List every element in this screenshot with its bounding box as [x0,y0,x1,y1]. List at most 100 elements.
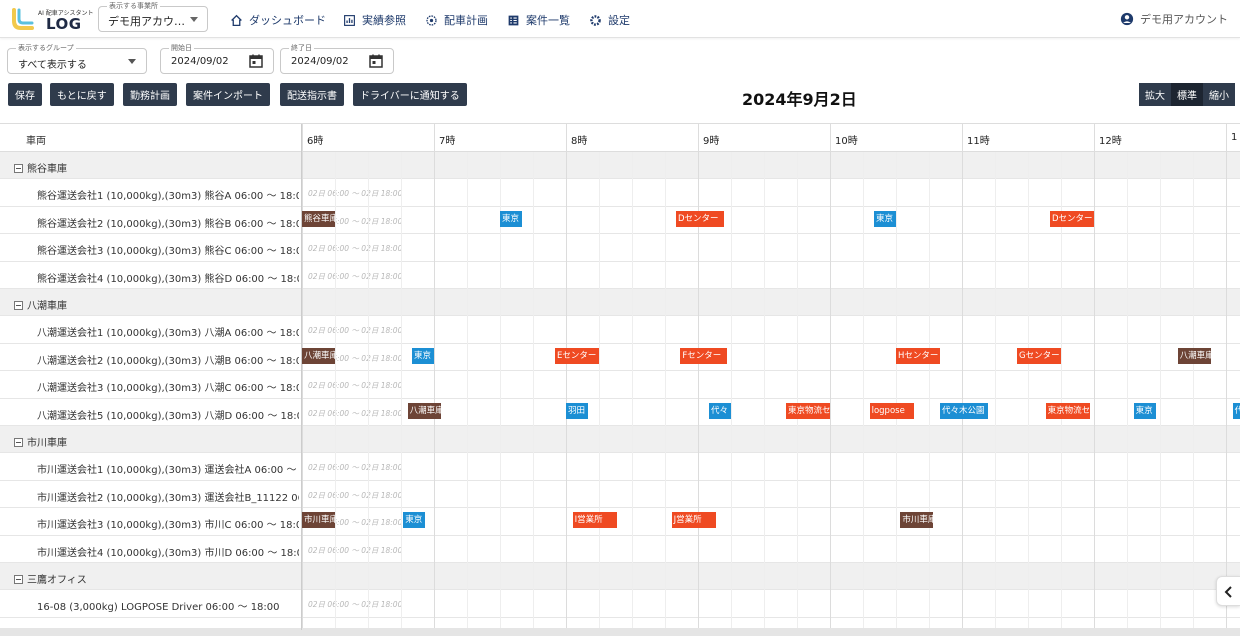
chevron-left-icon [1224,586,1232,598]
start-date-field[interactable]: 開始日 2024/09/02 [160,43,274,74]
depot-group-name[interactable]: 八潮車庫 [14,297,67,312]
vehicle-row[interactable]: 八潮運送会社5 (10,000kg),(30m3) 八潮D 06:00 ～ 18… [0,399,1240,426]
schedule-block[interactable]: Hセンター [896,347,940,364]
schedule-block[interactable]: Fセンター [680,347,727,364]
undo-button[interactable]: もとに戻す [50,83,114,106]
schedule-block[interactable]: 熊谷車庫 [302,210,335,227]
save-button[interactable]: 保存 [8,83,42,106]
zoom-standard-button[interactable]: 標準 [1171,83,1203,106]
depot-group-name[interactable]: 熊谷車庫 [14,160,67,175]
schedule-block[interactable]: 東京 [412,347,434,364]
schedule-block[interactable]: 東京 [403,512,426,528]
collapse-icon[interactable] [14,438,23,447]
nav-settings-label: 設定 [608,14,630,27]
list-icon [508,15,519,25]
collapse-icon[interactable] [14,575,23,584]
depot-group-row[interactable]: 市川車庫 [0,426,1240,453]
grid-line [434,152,435,630]
app-logo[interactable]: AI 配車アシスタント LOG [10,5,94,33]
zoom-controls: 拡大 標準 縮小 [1139,83,1235,106]
work-plan-button[interactable]: 勤務計画 [123,83,177,106]
grid-line [368,152,369,630]
account-circle-icon [1120,12,1134,26]
vehicle-row[interactable]: 16-08 (3,000kg) LOGPOSE Driver 06:00 ～ 1… [0,590,1240,618]
vehicle-name: 八潮運送会社1 (10,000kg),(30m3) 八潮A 06:00 ～ 18… [37,328,299,339]
schedule-block[interactable]: 羽田 [566,402,588,419]
hour-divider [566,124,567,152]
zoom-in-button[interactable]: 拡大 [1139,83,1171,106]
schedule-block[interactable]: Gセンター [1017,347,1061,364]
account-menu[interactable]: デモ用アカウント [1120,11,1228,27]
hour-divider [962,124,963,152]
schedule-block[interactable]: 市川車庫 [302,512,335,528]
vehicle-row[interactable]: 市川運送会社2 (10,000kg),(30m3) 運送会社B_11122 06… [0,481,1240,508]
vehicle-row[interactable]: 市川運送会社3 (10,000kg),(30m3) 市川C 06:00 ～ 18… [0,508,1240,536]
office-select-value: デモ用アカウ… [108,15,185,28]
vehicle-row[interactable]: 熊谷運送会社4 (10,000kg),(30m3) 熊谷D 06:00 ～ 18… [0,262,1240,289]
depot-group-row[interactable]: 三鷹オフィス [0,563,1240,590]
grid-line [731,152,732,630]
grid-line [764,152,765,630]
collapse-icon[interactable] [14,301,23,310]
case-import-button[interactable]: 案件インポート [186,83,270,106]
shift-window-label: 02日 06:00 ～ 02日 18:00 [308,381,403,390]
nav-dashboard[interactable]: ダッシュボード [230,12,326,28]
grid-line [1028,152,1029,630]
nav-case-list[interactable]: 案件一覧 [507,12,570,28]
dispatch-timeline[interactable]: 車両 6時 7時 8時 9時 10時 11時 12時 1 熊谷車庫 熊谷運送会社1 (10,00… [0,123,1240,630]
grid-line [401,152,402,630]
hour-label: 6時 [307,136,324,147]
vehicle-row[interactable]: 八潮運送会社3 (10,000kg),(30m3) 八潮C 06:00 ～ 18… [0,371,1240,399]
depot-group-name[interactable]: 三鷹オフィス [14,571,87,586]
schedule-block[interactable]: Dセンター [676,210,725,227]
vehicle-row[interactable]: 市川運送会社1 (10,000kg),(30m3) 運送会社A 06:00 ～ … [0,453,1240,481]
calendar-icon[interactable] [369,54,383,68]
schedule-block[interactable]: J営業所 [671,512,716,528]
depot-group-name[interactable]: 市川車庫 [14,434,67,449]
schedule-block[interactable]: 代々 [709,402,731,419]
end-date-field[interactable]: 終了日 2024/09/02 [280,43,394,74]
schedule-block[interactable]: 八潮車庫 [302,347,335,364]
vehicle-row[interactable]: 八潮運送会社1 (10,000kg),(30m3) 八潮A 06:00 ～ 18… [0,316,1240,344]
collapse-icon[interactable] [14,164,23,173]
office-select[interactable]: 表示する事業所 デモ用アカウ… [98,1,208,32]
schedule-block[interactable]: 東京物流セ [1045,402,1090,419]
end-date-label: 終了日 [289,43,314,53]
schedule-block[interactable]: Eセンター [555,347,599,364]
schedule-block[interactable]: 東京物流セ [786,402,830,419]
vehicle-row[interactable]: 八潮運送会社2 (10,000kg),(30m3) 八潮B 06:00 ～ 18… [0,344,1240,371]
schedule-block[interactable]: logpose [869,402,914,419]
schedule-block[interactable]: 八潮車庫 [1177,347,1211,364]
schedule-block[interactable]: I営業所 [572,512,617,528]
grid-line [830,152,831,630]
nav-results-label: 実績参照 [362,14,406,27]
location-gear-icon [426,14,437,26]
vehicle-name: 熊谷運送会社3 (10,000kg),(30m3) 熊谷C 06:00 ～ 18… [37,246,299,257]
vehicle-row[interactable]: 熊谷運送会社3 (10,000kg),(30m3) 熊谷C 06:00 ～ 18… [0,234,1240,262]
zoom-out-button[interactable]: 縮小 [1203,83,1235,106]
schedule-block[interactable]: 八潮車庫 [407,402,441,419]
grid-line [1160,152,1161,630]
schedule-block[interactable]: 東京 [500,210,522,227]
delivery-instructions-button[interactable]: 配送指示書 [280,83,344,106]
calendar-icon[interactable] [249,54,263,68]
horizontal-scrollbar[interactable] [0,628,1240,636]
nav-settings[interactable]: 設定 [589,12,630,28]
schedule-block[interactable]: 東京 [1133,402,1156,419]
depot-group-row[interactable]: 八潮車庫 [0,289,1240,316]
schedule-block[interactable]: 東京 [874,210,896,227]
depot-group-row[interactable]: 熊谷車庫 [0,152,1240,179]
office-select-label: 表示する事業所 [107,1,160,11]
schedule-block[interactable]: 代々木公園 [940,402,989,419]
side-panel-toggle[interactable] [1216,576,1240,606]
vehicle-row[interactable]: 熊谷運送会社1 (10,000kg),(30m3) 熊谷A 06:00 ～ 18… [0,179,1240,207]
vehicle-row[interactable]: 市川運送会社4 (10,000kg),(30m3) 市川D 06:00 ～ 18… [0,536,1240,563]
group-select[interactable]: 表示するグループ すべて表示する [7,43,147,74]
schedule-block[interactable]: Dセンター [1050,210,1094,227]
nav-results[interactable]: 実績参照 [343,12,406,28]
schedule-block[interactable]: 市川車庫 [900,512,934,528]
notify-drivers-button[interactable]: ドライバーに通知する [353,83,467,106]
vehicle-row[interactable]: 熊谷運送会社2 (10,000kg),(30m3) 熊谷B 06:00 ～ 18… [0,207,1240,234]
nav-dispatch-plan[interactable]: 配車計画 [425,12,488,28]
schedule-block[interactable]: 代々 [1232,402,1240,419]
